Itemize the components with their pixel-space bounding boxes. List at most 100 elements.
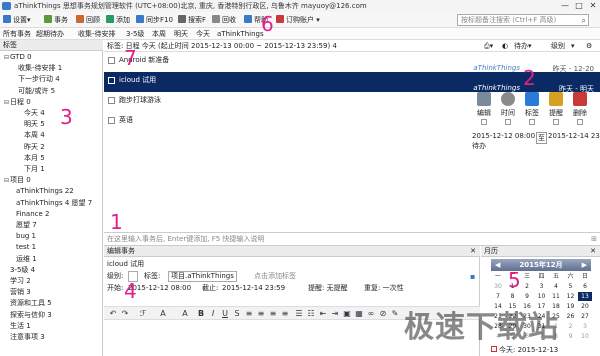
sidebar-item[interactable]: 学习 2 <box>4 276 31 287</box>
today-link[interactable]: 今天: 2015-12-13 <box>491 345 558 355</box>
task-title-field[interactable]: icloud 试用 <box>107 259 144 270</box>
edit-toggle[interactable] <box>481 119 487 125</box>
menu-recycle[interactable]: 回收 <box>212 15 236 26</box>
tab-week[interactable]: 本周 <box>152 29 166 39</box>
font-icon[interactable]: ℱ <box>138 309 148 319</box>
calendar-day[interactable]: 9 <box>564 332 578 341</box>
delete-toggle[interactable] <box>577 119 583 125</box>
menu-settings[interactable]: 设置▾ <box>3 15 31 26</box>
sidebar-item[interactable]: 下一步行动 4 <box>12 74 60 85</box>
calendar-day[interactable]: 12 <box>564 292 578 301</box>
start-field[interactable]: 2015-12-12 08:00 <box>128 283 191 294</box>
quick-add-icon[interactable]: ⊞ <box>591 233 597 245</box>
tab-inbox[interactable]: 收集-待安排 <box>78 29 116 39</box>
time-button[interactable]: 时间 <box>498 92 518 118</box>
calendar-day[interactable]: 19 <box>564 302 578 311</box>
calendar-day[interactable]: 3 <box>578 322 592 331</box>
image-icon[interactable]: ▣ <box>342 309 352 319</box>
close-button[interactable]: ✕ <box>586 0 600 11</box>
calendar-day[interactable]: 27 <box>578 312 592 321</box>
sidebar-item[interactable]: 昨天 2 <box>18 142 45 153</box>
sidebar-item[interactable]: 下月 1 <box>18 164 45 175</box>
menu-add[interactable]: 添加 <box>106 15 130 26</box>
sort-filter[interactable]: 级别 <box>551 40 565 52</box>
undo-icon[interactable]: ↶ <box>108 309 118 319</box>
tag-toggle[interactable] <box>529 119 535 125</box>
calendar-day[interactable]: 3 <box>535 282 549 291</box>
sidebar-item[interactable]: ⊟项目 0 <box>4 175 31 186</box>
menu-review[interactable]: 回顾 <box>76 15 100 26</box>
calendar-day[interactable]: 10 <box>535 292 549 301</box>
settings-icon[interactable]: ⚙ <box>586 40 592 52</box>
minimize-button[interactable]: — <box>558 0 572 11</box>
task-checkbox[interactable] <box>108 97 115 104</box>
menu-account[interactable]: 订购账户 ▾ <box>276 15 320 26</box>
calendar-day[interactable]: 9 <box>520 292 534 301</box>
task-checkbox[interactable] <box>108 57 115 64</box>
calendar-day[interactable]: 8 <box>506 292 520 301</box>
remind-field[interactable]: 提醒: 无提醒 <box>308 283 348 294</box>
repeat-field[interactable]: 重复: 一次性 <box>364 283 404 294</box>
calendar-day[interactable]: 20 <box>578 302 592 311</box>
sidebar-item[interactable]: ⊟GTD 0 <box>4 52 32 63</box>
sidebar-item[interactable]: test 1 <box>10 242 36 253</box>
close-pane-icon[interactable]: ✕ <box>470 246 476 257</box>
status-dropdown-icon[interactable]: ▾ <box>528 40 532 52</box>
calendar-day[interactable]: 2 <box>520 282 534 291</box>
sidebar-item[interactable]: 生活 1 <box>4 321 31 332</box>
calendar-day[interactable]: 4 <box>549 282 563 291</box>
sidebar-item[interactable]: 今天 4 <box>18 108 45 119</box>
tab-today[interactable]: 今天 <box>196 29 210 39</box>
calendar-day[interactable]: 5 <box>564 282 578 291</box>
menu-tasks[interactable]: 事务 <box>44 15 68 26</box>
time-toggle[interactable] <box>505 119 511 125</box>
link-icon[interactable]: ∞ <box>366 309 376 319</box>
sidebar-item[interactable]: 收集-待安排 1 <box>12 63 62 74</box>
task-checkbox[interactable] <box>108 117 115 124</box>
tab-overdue[interactable]: 超期待办 <box>36 29 64 39</box>
edit-button[interactable]: 编辑 <box>474 92 494 118</box>
tab-all[interactable]: 所有事务 <box>3 29 31 39</box>
unlink-icon[interactable]: ⊘ <box>378 309 388 319</box>
end-field[interactable]: 2015-12-14 23:59 <box>222 283 285 294</box>
bullet-list-icon[interactable]: ☰ <box>294 309 304 319</box>
sidebar-item[interactable]: Finance 2 <box>10 209 49 220</box>
tab-project[interactable]: aThinkThings <box>217 29 264 39</box>
tab-level[interactable]: 3-5级 <box>126 29 144 39</box>
add-tag-link[interactable]: 点击添加标签 <box>254 271 296 282</box>
sidebar-item[interactable]: 愿望 7 <box>10 220 37 231</box>
align-right-icon[interactable]: ≡ <box>268 309 278 319</box>
number-list-icon[interactable]: ☷ <box>306 309 316 319</box>
status-filter[interactable]: 待办 <box>514 40 528 52</box>
maximize-button[interactable]: □ <box>572 0 586 11</box>
sidebar-item[interactable]: 营销 3 <box>4 287 31 298</box>
tab-tomorrow[interactable]: 明天 <box>174 29 188 39</box>
font-color-icon[interactable]: A <box>180 309 190 319</box>
sidebar-item[interactable]: aThinkThings 4 愿望 7 <box>10 198 92 209</box>
sidebar-item[interactable]: 明天 5 <box>18 119 45 130</box>
redo-icon[interactable]: ↷ <box>120 309 130 319</box>
sidebar-item[interactable]: 3-5级 4 <box>4 265 35 276</box>
prev-month-icon[interactable]: ◀ <box>495 259 500 271</box>
sidebar-item[interactable]: 探索与信仰 3 <box>4 310 52 321</box>
task-checkbox[interactable] <box>108 77 115 84</box>
tag-value[interactable]: 项目.aThinkThings <box>168 271 237 282</box>
calendar-day[interactable]: 7 <box>491 292 505 301</box>
close-calendar-icon[interactable]: ✕ <box>590 246 596 257</box>
remind-button[interactable]: 提醒 <box>546 92 566 118</box>
calendar-day[interactable]: 26 <box>564 312 578 321</box>
calendar-day[interactable]: 11 <box>549 292 563 301</box>
strike-icon[interactable]: S <box>232 309 242 319</box>
search-go-icon[interactable]: ⌕ <box>582 16 586 25</box>
calendar-day[interactable]: 10 <box>578 332 592 341</box>
print-icon[interactable]: ⎙▾ <box>484 40 493 52</box>
font-size-icon[interactable]: A <box>158 309 168 319</box>
clear-format-icon[interactable]: ✎ <box>390 309 400 319</box>
sidebar-item[interactable]: 可能/或许 5 <box>12 86 55 97</box>
sort-dropdown-icon[interactable]: ▾ <box>571 40 575 52</box>
remind-toggle[interactable] <box>553 119 559 125</box>
delete-button[interactable]: 删除 <box>570 92 590 118</box>
calendar-day[interactable]: 30 <box>491 282 505 291</box>
justify-icon[interactable]: ≡ <box>280 309 290 319</box>
tag-button[interactable]: 标签 <box>522 92 542 118</box>
